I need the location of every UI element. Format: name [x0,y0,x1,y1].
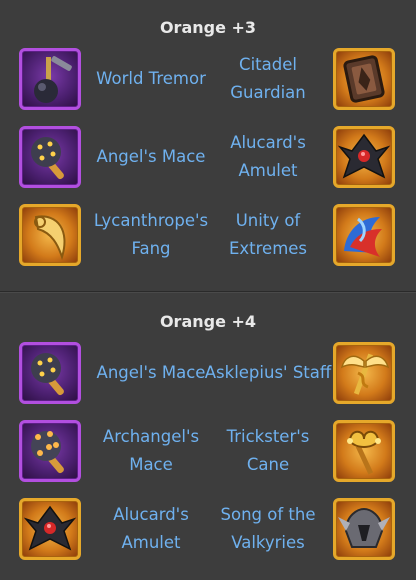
item-row: Archangel's Mace Trickster's Cane [0,418,416,484]
item-name: Song of the Valkyries [220,505,316,552]
section-title: Orange +4 [159,312,257,331]
item-name: Angel's Mace [96,363,206,382]
section-orange-3: Orange +3 World Tremor Citadel Guardian [0,0,416,291]
section-orange-4: Orange +4 Angel's Mace Asklepius' Staff [0,293,416,580]
mace-flail-icon[interactable] [19,48,81,110]
item-name: Alucard's Amulet [113,505,189,552]
item-name: Citadel Guardian [230,55,306,102]
item-row: Alucard's Amulet Song of the Valkyries [0,496,416,562]
winged-staff-icon[interactable] [333,342,395,404]
spiked-mace-icon[interactable] [19,420,81,482]
amulet-icon[interactable] [19,498,81,560]
item-row: Angel's Mace Alucard's Amulet [0,124,416,190]
item-row: World Tremor Citadel Guardian [0,46,416,112]
valkyrie-helm-icon[interactable] [333,498,395,560]
item-row: Angel's Mace Asklepius' Staff [0,340,416,406]
item-row: Lycanthrope's Fang Unity of Extremes [0,202,416,268]
shield-armor-icon[interactable] [333,48,395,110]
fire-ice-orb-icon[interactable] [333,204,395,266]
section-title: Orange +3 [159,18,257,37]
spiked-mace-icon[interactable] [19,126,81,188]
item-name: Lycanthrope's Fang [93,211,209,258]
fang-horn-icon[interactable] [19,204,81,266]
item-name: Archangel's Mace [102,427,200,474]
amulet-icon[interactable] [333,126,395,188]
item-name: World Tremor [96,69,206,88]
item-name: Unity of Extremes [228,211,308,258]
item-name: Alucard's Amulet [230,133,306,180]
spiked-mace-icon[interactable] [19,342,81,404]
jester-cane-icon[interactable] [333,420,395,482]
item-name: Trickster's Cane [226,427,310,474]
item-name: Asklepius' Staff [204,363,332,382]
item-name: Angel's Mace [96,147,206,166]
